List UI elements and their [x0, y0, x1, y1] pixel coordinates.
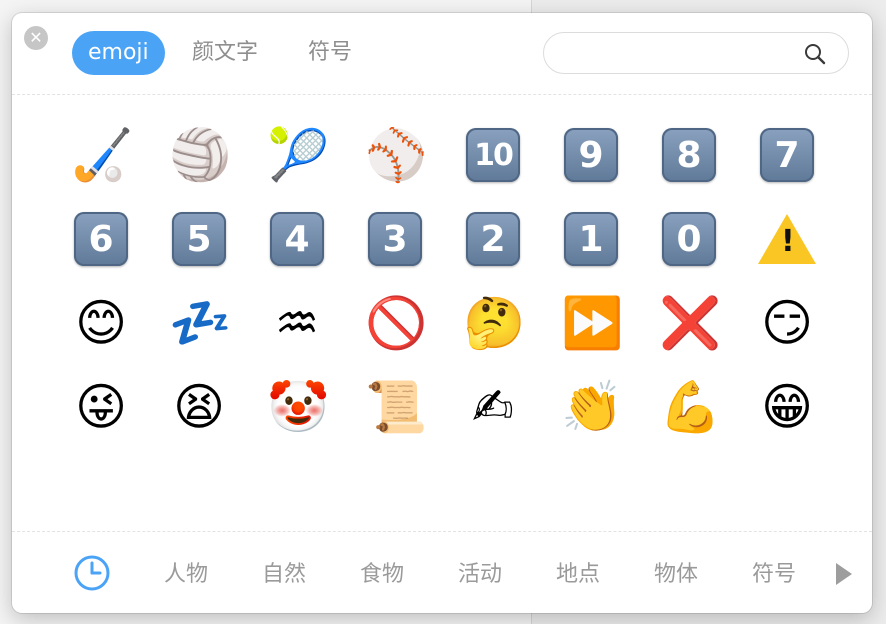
category-places[interactable]: 地点 — [556, 557, 600, 593]
emoji-cross-mark[interactable]: ❌ — [640, 281, 738, 365]
keycap-icon: 7 — [760, 128, 814, 182]
emoji-keycap-4[interactable]: 4 — [248, 197, 346, 281]
emoji-keycap-1[interactable]: 1 — [542, 197, 640, 281]
writing-hand-icon: ✍ — [472, 378, 514, 436]
smiling-face-with-smiling-eyes-icon: 😊 — [74, 294, 128, 352]
emoji-thinking-face[interactable]: 🤔 — [444, 281, 542, 365]
clown-face-icon: 🤡 — [267, 378, 330, 436]
warning-mark: ! — [781, 224, 795, 259]
search-icon[interactable] — [804, 43, 826, 65]
emoji-volleyball[interactable]: 🏐 — [150, 113, 248, 197]
emoji-clown-face[interactable]: 🤡 — [248, 365, 346, 449]
emoji-keycap-7[interactable]: 7 — [738, 113, 836, 197]
keycap-icon: 1 — [564, 212, 618, 266]
keycap-icon: 9 — [564, 128, 618, 182]
emoji-scroll[interactable]: 📜 — [346, 365, 444, 449]
search-input[interactable] — [560, 41, 794, 67]
smirking-face-icon: 😏 — [760, 294, 814, 352]
category-people[interactable]: 人物 — [164, 557, 208, 593]
warning-icon: ! — [758, 214, 816, 264]
emoji-clapping-hands[interactable]: 👏 — [542, 365, 640, 449]
fast-forward-icon: ⏩ — [561, 294, 624, 352]
emoji-prohibited[interactable]: 🚫 — [346, 281, 444, 365]
footer-divider — [12, 531, 872, 532]
emoji-field-hockey[interactable]: 🏑 — [52, 113, 150, 197]
emoji-warning[interactable]: ! — [738, 197, 836, 281]
category-bar: 人物 自然 食物 活动 地点 物体 符号 — [12, 543, 872, 607]
tab-kaomoji[interactable]: 颜文字 — [192, 31, 258, 75]
emoji-tennis[interactable]: 🎾 — [248, 113, 346, 197]
cross-mark-icon: ❌ — [659, 294, 722, 352]
emoji-grid: 🏑 🏐 🎾 ⚾ 10 9 8 7 6 5 4 3 2 1 0! 😊 💤 ♒ 🚫 🤔 ⏩ ❌ 😏 😜 😫 🤡 📜 ✍ 👏 💪 😁 — [52, 113, 852, 449]
emoji-writing-hand[interactable]: ✍ — [444, 365, 542, 449]
keycap-icon: 2 — [466, 212, 520, 266]
tired-face-icon: 😫 — [172, 378, 226, 436]
emoji-keycap-6[interactable]: 6 — [52, 197, 150, 281]
emoji-keycap-0[interactable]: 0 — [640, 197, 738, 281]
emoji-smiling-face-with-smiling-eyes[interactable]: 😊 — [52, 281, 150, 365]
category-food[interactable]: 食物 — [360, 557, 404, 593]
scroll-icon: 📜 — [365, 378, 428, 436]
emoji-zzz[interactable]: 💤 — [150, 281, 248, 365]
tab-emoji[interactable]: emoji — [72, 31, 165, 75]
emoji-aquarius[interactable]: ♒ — [248, 281, 346, 365]
clock-icon[interactable] — [74, 555, 110, 591]
keycap-icon: 3 — [368, 212, 422, 266]
emoji-picker-panel: ✕ emoji 颜文字 符号 🏑 🏐 🎾 ⚾ 10 9 8 7 6 5 4 3 2 1 0! 😊 💤 ♒ 🚫 🤔 ⏩ ❌ 😏… — [12, 13, 872, 613]
keycap-icon: 4 — [270, 212, 324, 266]
prohibited-icon: 🚫 — [365, 294, 428, 352]
emoji-beaming-face[interactable]: 😁 — [738, 365, 836, 449]
tennis-icon: 🎾 — [267, 126, 330, 184]
keycap-icon: 10 — [466, 128, 520, 182]
emoji-baseball[interactable]: ⚾ — [346, 113, 444, 197]
emoji-tired-face[interactable]: 😫 — [150, 365, 248, 449]
category-nature[interactable]: 自然 — [262, 557, 306, 593]
emoji-keycap-3[interactable]: 3 — [346, 197, 444, 281]
zzz-icon: 💤 — [169, 294, 232, 352]
close-button[interactable]: ✕ — [24, 26, 48, 50]
emoji-keycap-8[interactable]: 8 — [640, 113, 738, 197]
winking-face-with-tongue-icon: 😜 — [74, 378, 128, 436]
category-objects[interactable]: 物体 — [654, 557, 698, 593]
aquarius-icon: ♒ — [274, 294, 320, 352]
emoji-keycap-5[interactable]: 5 — [150, 197, 248, 281]
volleyball-icon: 🏐 — [169, 126, 232, 184]
keycap-icon: 5 — [172, 212, 226, 266]
header-divider — [12, 94, 872, 95]
emoji-winking-face-with-tongue[interactable]: 😜 — [52, 365, 150, 449]
keycap-icon: 0 — [662, 212, 716, 266]
beaming-face-icon: 😁 — [760, 378, 814, 436]
field-hockey-icon: 🏑 — [71, 126, 134, 184]
keycap-icon: 6 — [74, 212, 128, 266]
category-symbols[interactable]: 符号 — [752, 557, 796, 593]
clapping-hands-icon: 👏 — [561, 378, 624, 436]
search-box — [543, 32, 849, 74]
emoji-smirking-face[interactable]: 😏 — [738, 281, 836, 365]
emoji-keycap-2[interactable]: 2 — [444, 197, 542, 281]
keycap-icon: 8 — [662, 128, 716, 182]
category-activity[interactable]: 活动 — [458, 557, 502, 593]
flexed-biceps-icon: 💪 — [659, 378, 722, 436]
baseball-icon: ⚾ — [365, 126, 428, 184]
emoji-fast-forward[interactable]: ⏩ — [542, 281, 640, 365]
emoji-keycap-9[interactable]: 9 — [542, 113, 640, 197]
thinking-face-icon: 🤔 — [463, 294, 526, 352]
tab-symbols[interactable]: 符号 — [308, 31, 352, 75]
emoji-keycap-10[interactable]: 10 — [444, 113, 542, 197]
close-icon: ✕ — [29, 28, 43, 47]
play-arrow-icon[interactable] — [836, 563, 852, 585]
emoji-flexed-biceps[interactable]: 💪 — [640, 365, 738, 449]
